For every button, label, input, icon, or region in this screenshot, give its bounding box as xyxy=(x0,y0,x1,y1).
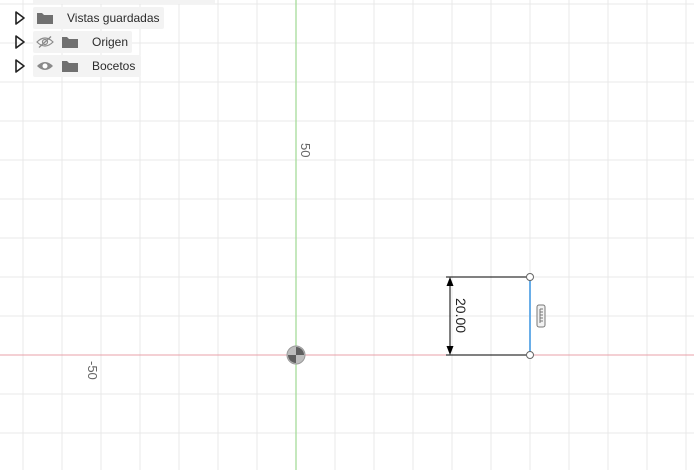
folder-icon xyxy=(62,61,78,72)
browser-item-label: Vistas guardadas xyxy=(67,11,160,25)
browser-item-label: Origen xyxy=(92,35,129,49)
vertical-constraint-icon[interactable] xyxy=(536,304,546,328)
expand-arrow-icon[interactable] xyxy=(14,0,26,1)
browser-item-chip[interactable]: Origen xyxy=(33,31,132,53)
folder-icon xyxy=(62,37,78,48)
browser-item-origen[interactable]: Origen xyxy=(0,31,240,53)
sketch-endpoint-bottom[interactable] xyxy=(526,351,534,359)
browser-item-chip[interactable]: Vistas guardadas xyxy=(33,7,164,29)
origin-point[interactable] xyxy=(286,345,306,365)
eye-visible-icon[interactable] xyxy=(36,59,54,73)
browser-item-chip[interactable]: Bocetos xyxy=(33,55,141,77)
x-axis-label-minus-50: -50 xyxy=(85,361,100,380)
browser-item-partial xyxy=(0,0,240,4)
browser-item-vistas-guardadas[interactable]: Vistas guardadas xyxy=(0,7,240,29)
browser-item-bocetos[interactable]: Bocetos xyxy=(0,55,240,77)
browser-item-label: Bocetos xyxy=(92,59,136,73)
expand-arrow-icon[interactable] xyxy=(14,10,26,26)
expand-arrow-icon[interactable] xyxy=(14,58,26,74)
folder-icon xyxy=(37,13,53,24)
eye-hidden-icon[interactable] xyxy=(36,35,54,49)
browser-item-chip[interactable] xyxy=(33,0,215,4)
sketch-endpoint-top[interactable] xyxy=(526,273,534,281)
browser-tree: Vistas guardadas Origen Bocetos xyxy=(0,0,240,90)
expand-arrow-icon[interactable] xyxy=(14,34,26,50)
dimension-value[interactable]: 20.00 xyxy=(453,298,469,333)
y-axis-label-50: 50 xyxy=(298,143,313,157)
